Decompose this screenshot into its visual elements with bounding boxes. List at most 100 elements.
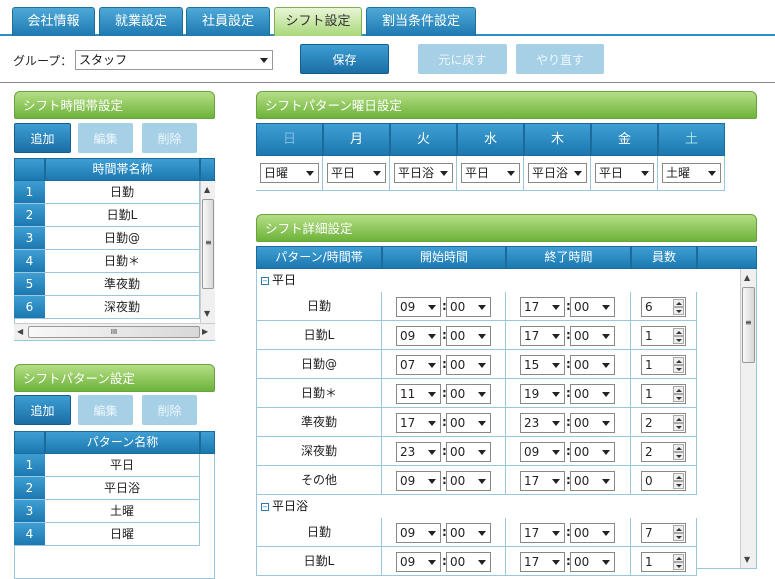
collapse-icon[interactable]: − — [261, 503, 269, 511]
stepper-down-icon[interactable] — [673, 452, 684, 460]
save-button[interactable]: 保存 — [300, 44, 389, 74]
stepper-down-icon[interactable] — [673, 307, 684, 315]
start-minute-select[interactable]: 00 — [446, 297, 491, 317]
detail-group-row[interactable]: − 平日浴 — [261, 495, 737, 518]
weekday-pattern-select[interactable]: 平日浴 — [394, 163, 453, 183]
end-minute-select[interactable]: 00 — [570, 413, 615, 433]
end-minute-select[interactable]: 00 — [570, 523, 615, 543]
shift-pattern-edit-button[interactable]: 編集 — [78, 395, 133, 425]
undo-button[interactable]: 元に戻す — [418, 44, 507, 74]
count-stepper[interactable]: 1 — [641, 326, 686, 346]
detail-group-row[interactable]: − 平日 — [261, 269, 737, 292]
count-stepper[interactable]: 1 — [641, 384, 686, 404]
pattern-row-name[interactable]: 平日浴 — [45, 477, 200, 500]
end-minute-select[interactable]: 00 — [570, 384, 615, 404]
end-minute-select[interactable]: 00 — [570, 326, 615, 346]
end-hour-select[interactable]: 23 — [520, 413, 565, 433]
stepper-up-icon[interactable] — [673, 328, 684, 336]
start-hour-select[interactable]: 09 — [396, 297, 441, 317]
count-stepper[interactable]: 1 — [641, 552, 686, 572]
end-hour-select[interactable]: 17 — [520, 471, 565, 491]
end-minute-select[interactable]: 00 — [570, 355, 615, 375]
stepper-up-icon[interactable] — [673, 473, 684, 481]
end-hour-select[interactable]: 19 — [520, 384, 565, 404]
stepper-down-icon[interactable] — [673, 533, 684, 541]
stepper-down-icon[interactable] — [673, 423, 684, 431]
start-hour-select[interactable]: 23 — [396, 442, 441, 462]
stepper-down-icon[interactable] — [673, 365, 684, 373]
weekday-pattern-select[interactable]: 平日 — [595, 163, 654, 183]
weekday-pattern-select[interactable]: 土曜 — [662, 163, 721, 183]
stepper-down-icon[interactable] — [673, 394, 684, 402]
start-hour-select[interactable]: 17 — [396, 413, 441, 433]
stepper-up-icon[interactable] — [673, 554, 684, 562]
stepper-down-icon[interactable] — [673, 562, 684, 570]
end-hour-select[interactable]: 17 — [520, 552, 565, 572]
stepper-down-icon[interactable] — [673, 336, 684, 344]
start-hour-select[interactable]: 09 — [396, 471, 441, 491]
end-hour-select[interactable]: 17 — [520, 326, 565, 346]
detail-vscrollbar[interactable]: ▲ ≡ ▼ — [740, 269, 756, 568]
scroll-down-icon[interactable]: ▼ — [204, 309, 210, 319]
end-minute-select[interactable]: 00 — [570, 471, 615, 491]
start-minute-select[interactable]: 00 — [446, 413, 491, 433]
end-minute-select[interactable]: 00 — [570, 297, 615, 317]
start-hour-select[interactable]: 09 — [396, 326, 441, 346]
collapse-icon[interactable]: − — [261, 277, 269, 285]
count-stepper[interactable]: 1 — [641, 355, 686, 375]
stepper-up-icon[interactable] — [673, 525, 684, 533]
shift-time-add-button[interactable]: 追加 — [14, 123, 71, 153]
stepper-up-icon[interactable] — [673, 299, 684, 307]
stepper-down-icon[interactable] — [673, 481, 684, 489]
shift-time-edit-button[interactable]: 編集 — [78, 123, 133, 153]
pattern-row-name[interactable]: 日曜 — [45, 523, 200, 546]
time-row-name[interactable]: 日勤 — [45, 181, 200, 204]
start-minute-select[interactable]: 00 — [446, 355, 491, 375]
shift-time-hscroll-thumb[interactable]: III — [28, 326, 200, 338]
start-hour-select[interactable]: 09 — [396, 523, 441, 543]
shift-time-vscroll-thumb[interactable]: ≡ — [202, 199, 214, 289]
shift-time-vscrollbar[interactable]: ▲ ≡ ▼ — [200, 181, 215, 323]
weekday-pattern-select[interactable]: 平日 — [461, 163, 520, 183]
scroll-down-icon[interactable]: ▼ — [744, 555, 750, 565]
group-select[interactable]: スタッフ — [75, 50, 273, 70]
start-minute-select[interactable]: 00 — [446, 523, 491, 543]
start-minute-select[interactable]: 00 — [446, 471, 491, 491]
tab-assignment-conditions[interactable]: 割当条件設定 — [366, 7, 476, 36]
scroll-right-icon[interactable]: ▶ — [202, 327, 208, 337]
tab-work-settings[interactable]: 就業設定 — [99, 7, 183, 36]
stepper-up-icon[interactable] — [673, 357, 684, 365]
start-hour-select[interactable]: 07 — [396, 355, 441, 375]
start-minute-select[interactable]: 00 — [446, 552, 491, 572]
time-row-name[interactable]: 日勤＊ — [45, 250, 200, 273]
start-minute-select[interactable]: 00 — [446, 326, 491, 346]
pattern-row-name[interactable]: 土曜 — [45, 500, 200, 523]
weekday-pattern-select[interactable]: 平日浴 — [528, 163, 587, 183]
tab-employee-settings[interactable]: 社員設定 — [186, 7, 270, 36]
tab-company-info[interactable]: 会社情報 — [12, 7, 95, 36]
count-stepper[interactable]: 0 — [641, 471, 686, 491]
shift-time-delete-button[interactable]: 削除 — [142, 123, 197, 153]
scroll-left-icon[interactable]: ◀ — [17, 327, 23, 337]
redo-button[interactable]: やり直す — [516, 44, 604, 74]
start-hour-select[interactable]: 09 — [396, 552, 441, 572]
count-stepper[interactable]: 7 — [641, 523, 686, 543]
end-minute-select[interactable]: 00 — [570, 442, 615, 462]
stepper-up-icon[interactable] — [673, 444, 684, 452]
weekday-pattern-select[interactable]: 平日 — [327, 163, 386, 183]
count-stepper[interactable]: 2 — [641, 442, 686, 462]
scroll-up-icon[interactable]: ▲ — [204, 185, 210, 195]
start-minute-select[interactable]: 00 — [446, 384, 491, 404]
count-stepper[interactable]: 6 — [641, 297, 686, 317]
weekday-pattern-select[interactable]: 日曜 — [260, 163, 319, 183]
end-hour-select[interactable]: 15 — [520, 355, 565, 375]
end-minute-select[interactable]: 00 — [570, 552, 615, 572]
tab-shift-settings[interactable]: シフト設定 — [274, 7, 362, 36]
shift-time-hscrollbar[interactable]: ◀ III ▶ — [14, 323, 215, 340]
end-hour-select[interactable]: 17 — [520, 297, 565, 317]
stepper-up-icon[interactable] — [673, 415, 684, 423]
time-row-name[interactable]: 日勤@ — [45, 227, 200, 250]
count-stepper[interactable]: 2 — [641, 413, 686, 433]
time-row-name[interactable]: 準夜勤 — [45, 273, 200, 296]
stepper-up-icon[interactable] — [673, 386, 684, 394]
